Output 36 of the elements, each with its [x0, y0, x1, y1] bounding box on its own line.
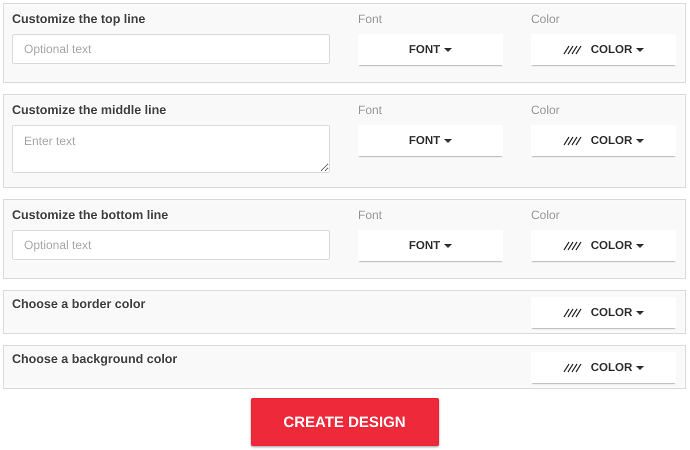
hatch-icon: [562, 308, 583, 318]
create-design-button[interactable]: CREATE DESIGN: [250, 398, 438, 446]
hatch-icon: [562, 44, 583, 54]
hatch-icon: [562, 362, 583, 372]
font-dropdown[interactable]: FONT: [358, 34, 503, 65]
caret-icon: [444, 138, 452, 142]
font-label: Font: [358, 103, 384, 117]
text-area[interactable]: Enter text: [12, 125, 330, 173]
color-label: Color: [531, 103, 561, 117]
color-dropdown[interactable]: COLOR: [531, 297, 676, 328]
text-field[interactable]: Optional text: [12, 34, 330, 64]
color-dropdown[interactable]: COLOR: [531, 352, 676, 383]
font-label: Font: [358, 208, 384, 222]
section-title: Customize the bottom line: [12, 208, 170, 222]
hatch-icon: [562, 240, 583, 250]
font-dropdown[interactable]: FONT: [358, 230, 503, 261]
caret-icon: [636, 48, 644, 52]
section-title: Customize the top line: [12, 12, 146, 26]
font-dropdown[interactable]: FONT: [358, 125, 503, 156]
section-title: Choose a border color: [12, 297, 146, 311]
section-title: Customize the middle line: [12, 103, 168, 117]
caret-icon: [636, 310, 644, 314]
caret-icon: [636, 244, 644, 248]
text-field[interactable]: Optional text: [12, 230, 330, 260]
color-dropdown[interactable]: COLOR: [531, 230, 676, 261]
caret-icon: [636, 366, 644, 370]
caret-icon: [444, 48, 452, 52]
section-title: Choose a background color: [12, 352, 178, 366]
color-label: Color: [531, 12, 561, 26]
caret-icon: [636, 138, 644, 142]
color-dropdown[interactable]: COLOR: [531, 34, 676, 65]
hatch-icon: [562, 136, 583, 146]
font-label: Font: [358, 12, 384, 26]
caret-icon: [444, 244, 452, 248]
color-dropdown[interactable]: COLOR: [531, 125, 676, 156]
color-label: Color: [531, 208, 561, 222]
